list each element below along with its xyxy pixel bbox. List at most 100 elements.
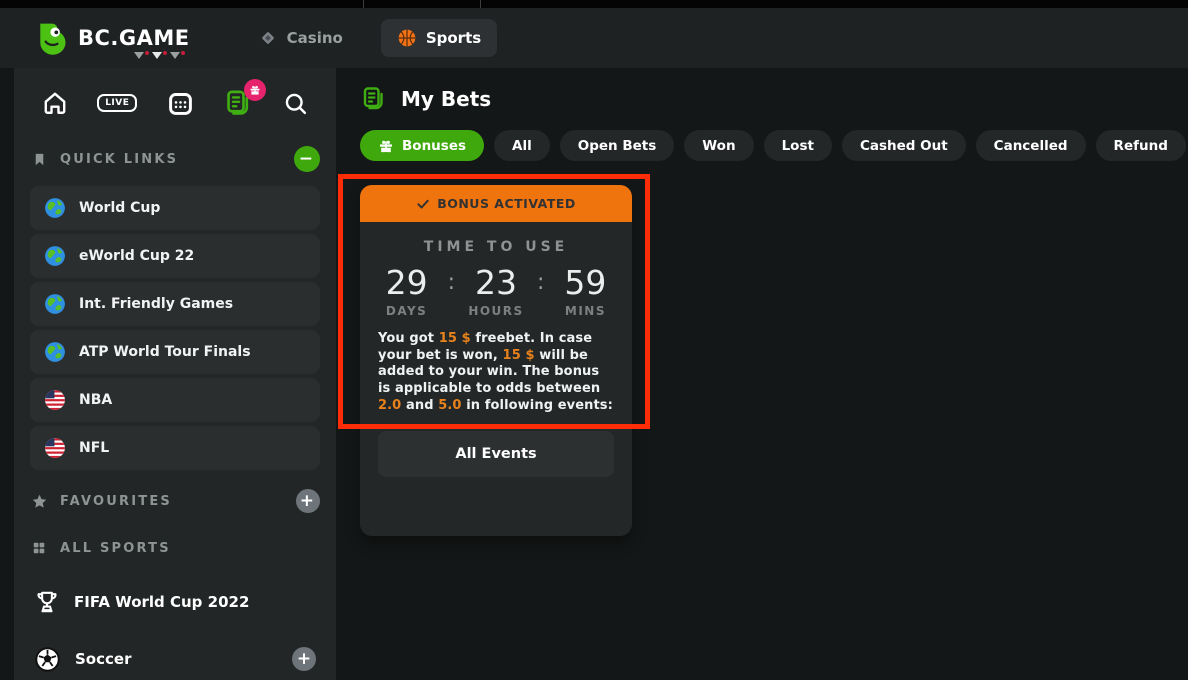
filter-label: Bonuses xyxy=(402,138,466,154)
gift-icon xyxy=(378,138,394,154)
filter-label: Lost xyxy=(782,138,814,154)
search-icon xyxy=(283,91,308,116)
pennant-flags-icon xyxy=(130,50,188,62)
sidebar-item-label: eWorld Cup 22 xyxy=(79,248,194,264)
tab-divider xyxy=(480,0,481,8)
live-icon: LIVE xyxy=(97,94,137,112)
cards-icon xyxy=(258,28,278,48)
bonus-countdown: 29 DAYS : 23 HOURS : 59 MINS xyxy=(360,263,632,318)
hours-value: 23 xyxy=(468,263,524,303)
trophy-icon xyxy=(34,589,60,615)
sidebar-item-label: Int. Friendly Games xyxy=(79,296,233,312)
gift-icon xyxy=(249,84,261,96)
bcgame-logo[interactable]: BC.GAME xyxy=(34,20,190,56)
page-title-row: My Bets xyxy=(360,84,1188,114)
soccer-ball-icon xyxy=(34,646,61,673)
primary-nav: Casino Sports xyxy=(242,19,498,57)
home-icon xyxy=(42,90,68,116)
sidebar-item-fifa-world-cup-2022[interactable]: FIFA World Cup 2022 xyxy=(30,587,320,617)
desc-text: and xyxy=(401,398,438,413)
globe-icon xyxy=(44,245,66,267)
tab-casino[interactable]: Casino xyxy=(242,19,359,57)
desc-text: You got xyxy=(378,331,439,346)
globe-icon xyxy=(44,293,66,315)
all-sports-header: ALL SPORTS xyxy=(30,535,320,561)
bonus-status-text: BONUS ACTIVATED xyxy=(437,196,576,211)
sidebar-item-label: FIFA World Cup 2022 xyxy=(74,593,249,611)
live-events-button[interactable]: LIVE xyxy=(97,94,137,112)
desc-text: in following events: xyxy=(462,398,613,413)
all-events-button[interactable]: All Events xyxy=(378,431,614,477)
bonus-card: BONUS ACTIVATED TIME TO USE 29 DAYS : 23… xyxy=(360,185,632,536)
quick-links-header: QUICK LINKS − xyxy=(30,146,320,172)
basketball-icon xyxy=(397,28,417,48)
sidebar-item-atp-world-tour-finals[interactable]: ATP World Tour Finals xyxy=(30,330,320,374)
hours-label: HOURS xyxy=(468,304,524,318)
sidebar-item-label: World Cup xyxy=(79,200,160,216)
all-sports-title: ALL SPORTS xyxy=(60,541,171,556)
globe-icon xyxy=(44,197,66,219)
sidebar-item-label: NBA xyxy=(79,392,112,408)
countdown-days: 29 DAYS xyxy=(379,263,435,318)
sidebar-item-label: Soccer xyxy=(75,650,131,668)
sidebar-item-label: NFL xyxy=(79,440,109,456)
my-bets-icon xyxy=(360,85,388,113)
filter-cashed-out[interactable]: Cashed Out xyxy=(842,130,966,161)
bonus-status-banner: BONUS ACTIVATED xyxy=(360,185,632,222)
us-flag-icon xyxy=(44,437,66,459)
schedule-button[interactable] xyxy=(167,90,194,117)
filter-bonuses[interactable]: Bonuses xyxy=(360,130,484,161)
expand-soccer-button[interactable]: + xyxy=(292,647,316,671)
search-button[interactable] xyxy=(283,91,308,116)
desc-odds-max: 5.0 xyxy=(438,398,461,413)
add-favourite-button[interactable]: + xyxy=(296,489,320,513)
days-label: DAYS xyxy=(379,304,435,318)
mins-label: MINS xyxy=(557,304,613,318)
collapse-quick-links-button[interactable]: − xyxy=(294,146,320,172)
grid-icon xyxy=(32,541,46,555)
sidebar-item-int-friendly-games[interactable]: Int. Friendly Games xyxy=(30,282,320,326)
home-button[interactable] xyxy=(42,90,68,116)
tab-divider xyxy=(363,0,364,8)
desc-amount: 15 $ xyxy=(503,348,535,363)
sidebar-item-nfl[interactable]: NFL xyxy=(30,426,320,470)
tab-sports[interactable]: Sports xyxy=(381,19,497,57)
bet-filter-chips: Bonuses All Open Bets Won Lost Cashed Ou… xyxy=(360,130,1188,161)
countdown-hours: 23 HOURS xyxy=(468,263,524,318)
sidebar-item-world-cup[interactable]: World Cup xyxy=(30,186,320,230)
days-value: 29 xyxy=(379,263,435,303)
filter-label: Refund xyxy=(1114,138,1168,154)
sidebar-item-eworld-cup-22[interactable]: eWorld Cup 22 xyxy=(30,234,320,278)
sidebar-item-soccer[interactable]: Soccer + xyxy=(30,644,320,674)
favourites-title: FAVOURITES xyxy=(60,494,172,509)
my-bets-button[interactable] xyxy=(223,88,254,119)
filter-label: Cancelled xyxy=(994,138,1068,154)
timer-title: TIME TO USE xyxy=(360,239,632,255)
check-icon xyxy=(416,197,430,211)
sidebar: LIVE xyxy=(14,68,336,680)
bonus-description: You got 15 $ freebet. In case your bet i… xyxy=(378,331,614,414)
quick-links-list: World Cup eWorld Cup 22 Int. Friendly Ga… xyxy=(30,186,320,470)
filter-lost[interactable]: Lost xyxy=(764,130,832,161)
all-events-label: All Events xyxy=(455,446,536,462)
main-content: My Bets Bonuses All Open Bets Won Lost C… xyxy=(336,68,1188,680)
globe-icon xyxy=(44,341,66,363)
filter-all[interactable]: All xyxy=(494,130,550,161)
us-flag-icon xyxy=(44,389,66,411)
bonus-notification-badge xyxy=(244,79,266,101)
bookmark-icon xyxy=(32,151,47,168)
filter-won[interactable]: Won xyxy=(684,130,753,161)
filter-label: Cashed Out xyxy=(860,138,948,154)
star-icon xyxy=(31,493,48,510)
sidebar-item-nba[interactable]: NBA xyxy=(30,378,320,422)
countdown-mins: 59 MINS xyxy=(557,263,613,318)
countdown-separator: : xyxy=(448,263,455,303)
tab-casino-label: Casino xyxy=(287,29,343,47)
filter-cancelled[interactable]: Cancelled xyxy=(976,130,1086,161)
filter-label: All xyxy=(512,138,532,154)
tab-sports-label: Sports xyxy=(426,29,481,47)
filter-label: Open Bets xyxy=(578,138,657,154)
filter-open-bets[interactable]: Open Bets xyxy=(560,130,675,161)
filter-refund[interactable]: Refund xyxy=(1096,130,1186,161)
bcgame-logo-icon xyxy=(34,20,70,56)
